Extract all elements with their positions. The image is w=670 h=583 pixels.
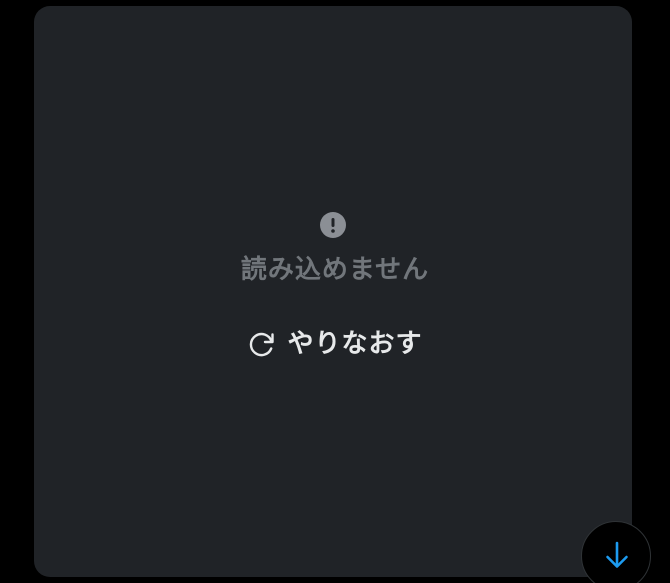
- refresh-icon: [250, 332, 275, 357]
- retry-label: やりなおす: [287, 329, 423, 359]
- page: 読み込めません やりなおす: [0, 0, 670, 583]
- error-message: 読み込めません: [240, 255, 430, 285]
- content-card: [34, 6, 632, 577]
- exclamation-circle-icon: [320, 212, 346, 238]
- arrow-down-icon: [606, 541, 628, 568]
- retry-button[interactable]: やりなおす: [240, 322, 430, 366]
- scroll-down-button[interactable]: [581, 521, 651, 583]
